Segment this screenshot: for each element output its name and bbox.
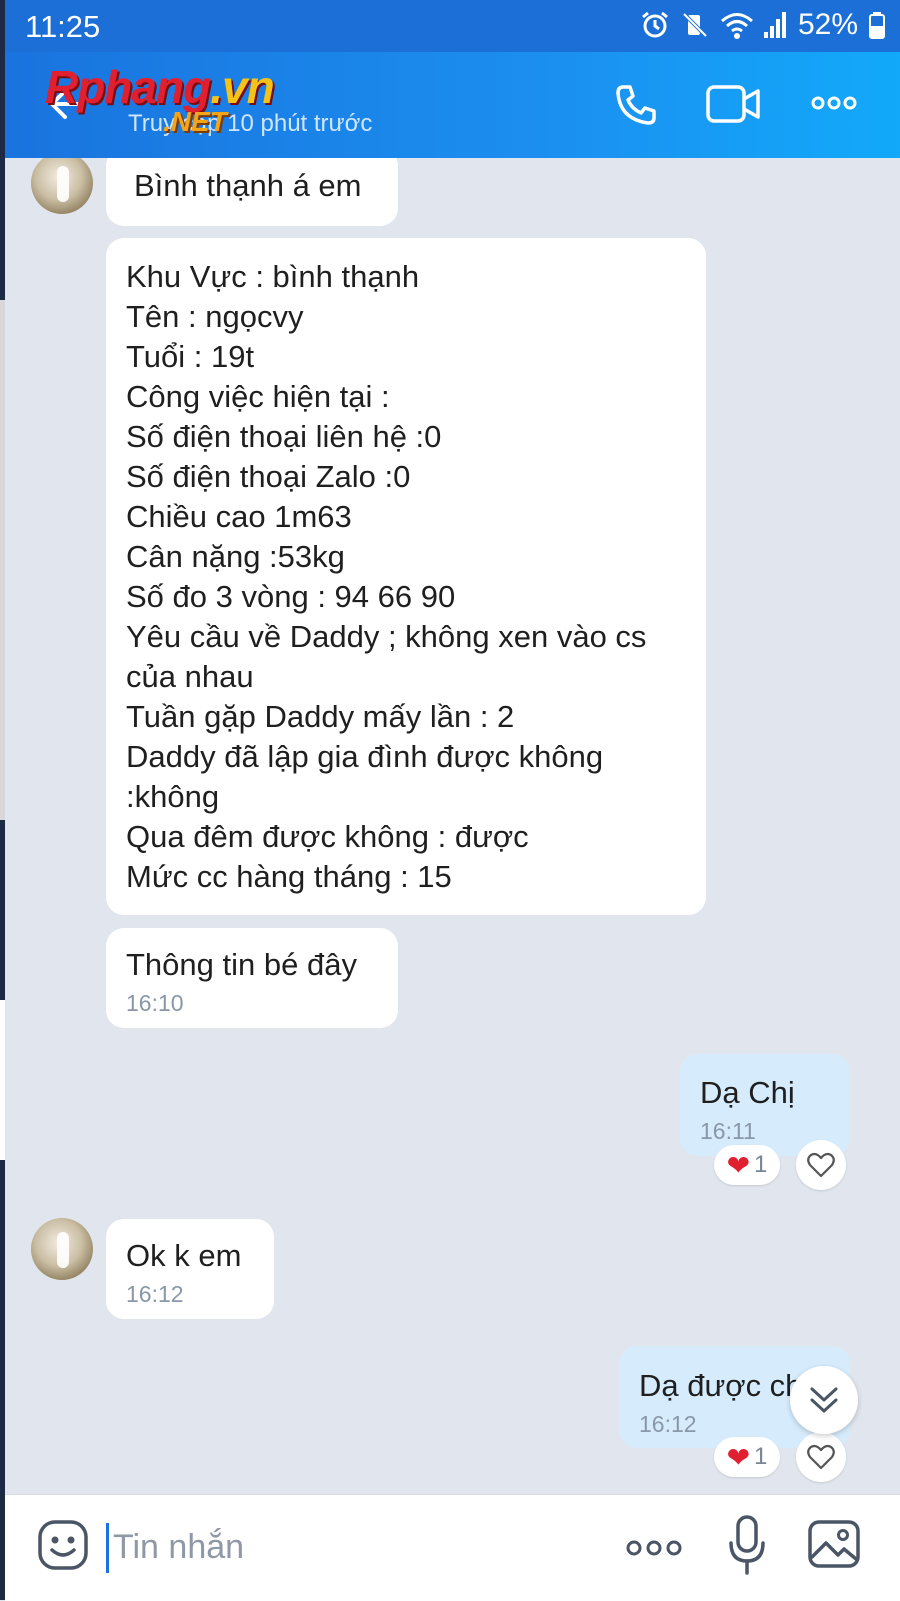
more-options-icon[interactable]: [625, 1537, 683, 1559]
mute-icon: [682, 12, 708, 38]
reaction-summary[interactable]: ❤ 1: [714, 1437, 780, 1477]
reaction-count: 1: [754, 1443, 768, 1470]
message-time: 16:11: [700, 1118, 756, 1144]
watermark-net: .NET: [163, 106, 227, 137]
reaction-count: 1: [754, 1151, 768, 1178]
emoji-icon[interactable]: [35, 1517, 91, 1573]
message-bubble-incoming[interactable]: Thông tin bé đây 16:10: [106, 928, 398, 1028]
heart-reaction-icon: ❤: [726, 1441, 751, 1473]
message-composer: [5, 1494, 900, 1601]
message-time: 16:12: [126, 1281, 184, 1307]
message-text: Dạ Chị: [700, 1075, 795, 1110]
watermark-logo: Rphang.vn .NET: [45, 60, 325, 137]
battery-percent: 52%: [797, 8, 858, 41]
react-button[interactable]: [796, 1140, 846, 1190]
heart-outline-icon: [807, 1444, 835, 1470]
heart-reaction-icon: ❤: [726, 1149, 751, 1181]
alarm-icon: [642, 11, 668, 38]
status-bar: 11:25 52%: [5, 0, 900, 52]
watermark-brand: Rphang.vn: [45, 61, 275, 113]
message-bubble-incoming[interactable]: Bình thạnh á em: [106, 158, 398, 226]
message-input[interactable]: [113, 1519, 593, 1575]
reaction-summary[interactable]: ❤ 1: [714, 1145, 780, 1185]
phone-icon[interactable]: [613, 82, 659, 128]
contact-avatar[interactable]: [31, 1218, 93, 1280]
status-time: 11:25: [25, 9, 101, 44]
message-bubble-incoming[interactable]: Ok k em 16:12: [106, 1219, 274, 1319]
message-bubble-incoming[interactable]: Khu Vực : bình thạnh Tên : ngọcvy Tuổi :…: [106, 238, 706, 915]
status-icons: 52%: [640, 8, 886, 42]
react-button[interactable]: [796, 1432, 846, 1482]
battery-icon: [869, 12, 885, 39]
heart-outline-icon: [807, 1152, 835, 1178]
contact-avatar[interactable]: [31, 158, 93, 214]
image-icon[interactable]: [805, 1515, 863, 1573]
double-chevron-down-icon: [810, 1387, 838, 1413]
message-text: Bình thạnh á em: [134, 168, 362, 203]
video-camera-icon[interactable]: [705, 82, 761, 126]
chat-header: Truy cập 10 phút trước Rphang.vn .NET: [5, 52, 900, 158]
message-time: 16:10: [126, 990, 184, 1016]
message-text: Ok k em: [126, 1238, 242, 1273]
scroll-to-bottom-button[interactable]: [790, 1366, 858, 1434]
more-dots-icon[interactable]: [811, 92, 857, 114]
signal-icon: [763, 12, 786, 38]
wifi-icon: [720, 13, 753, 39]
message-text: Khu Vực : bình thạnh Tên : ngọcvy Tuổi :…: [126, 259, 647, 894]
message-text: Thông tin bé đây: [126, 947, 357, 982]
text-cursor: [106, 1523, 109, 1573]
message-list[interactable]: Bình thạnh á em Khu Vực : bình thạnh Tên…: [5, 158, 900, 1494]
microphone-icon[interactable]: [727, 1513, 767, 1577]
